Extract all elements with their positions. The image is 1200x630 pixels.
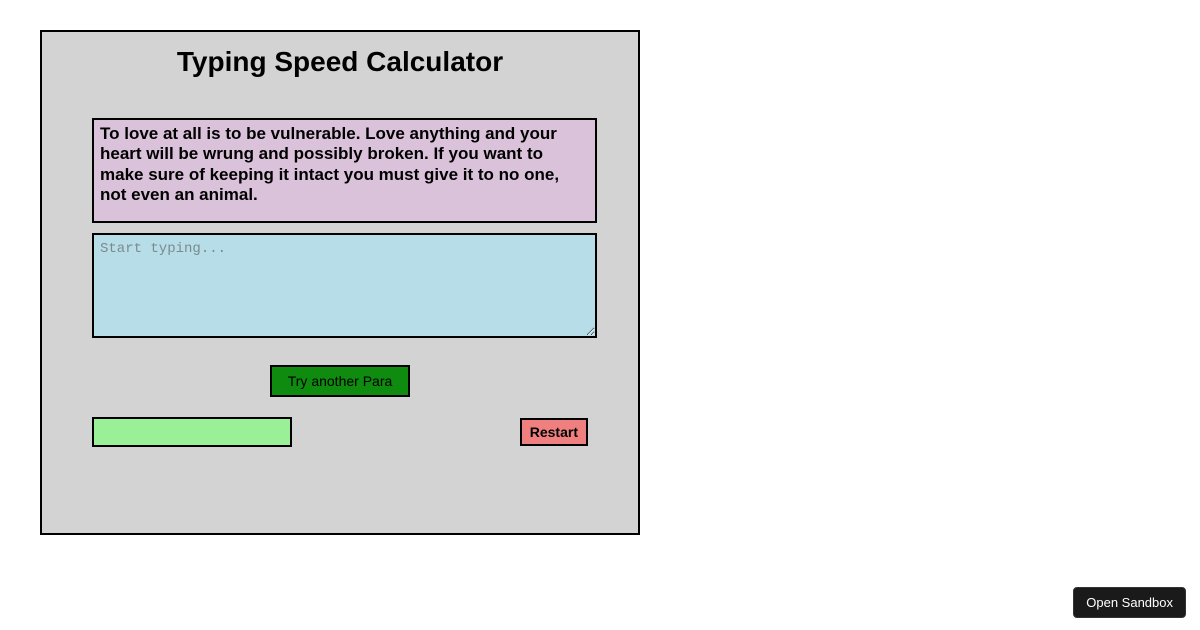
- try-another-row: Try another Para: [92, 365, 588, 397]
- open-sandbox-button[interactable]: Open Sandbox: [1073, 587, 1186, 618]
- try-another-button[interactable]: Try another Para: [270, 365, 411, 397]
- prompt-paragraph: To love at all is to be vulnerable. Love…: [92, 118, 597, 223]
- typing-input[interactable]: [92, 233, 597, 338]
- restart-button[interactable]: Restart: [520, 418, 588, 446]
- bottom-row: Restart: [92, 417, 588, 447]
- app-container: Typing Speed Calculator To love at all i…: [40, 30, 640, 535]
- result-display: [92, 417, 292, 447]
- page-title: Typing Speed Calculator: [92, 46, 588, 78]
